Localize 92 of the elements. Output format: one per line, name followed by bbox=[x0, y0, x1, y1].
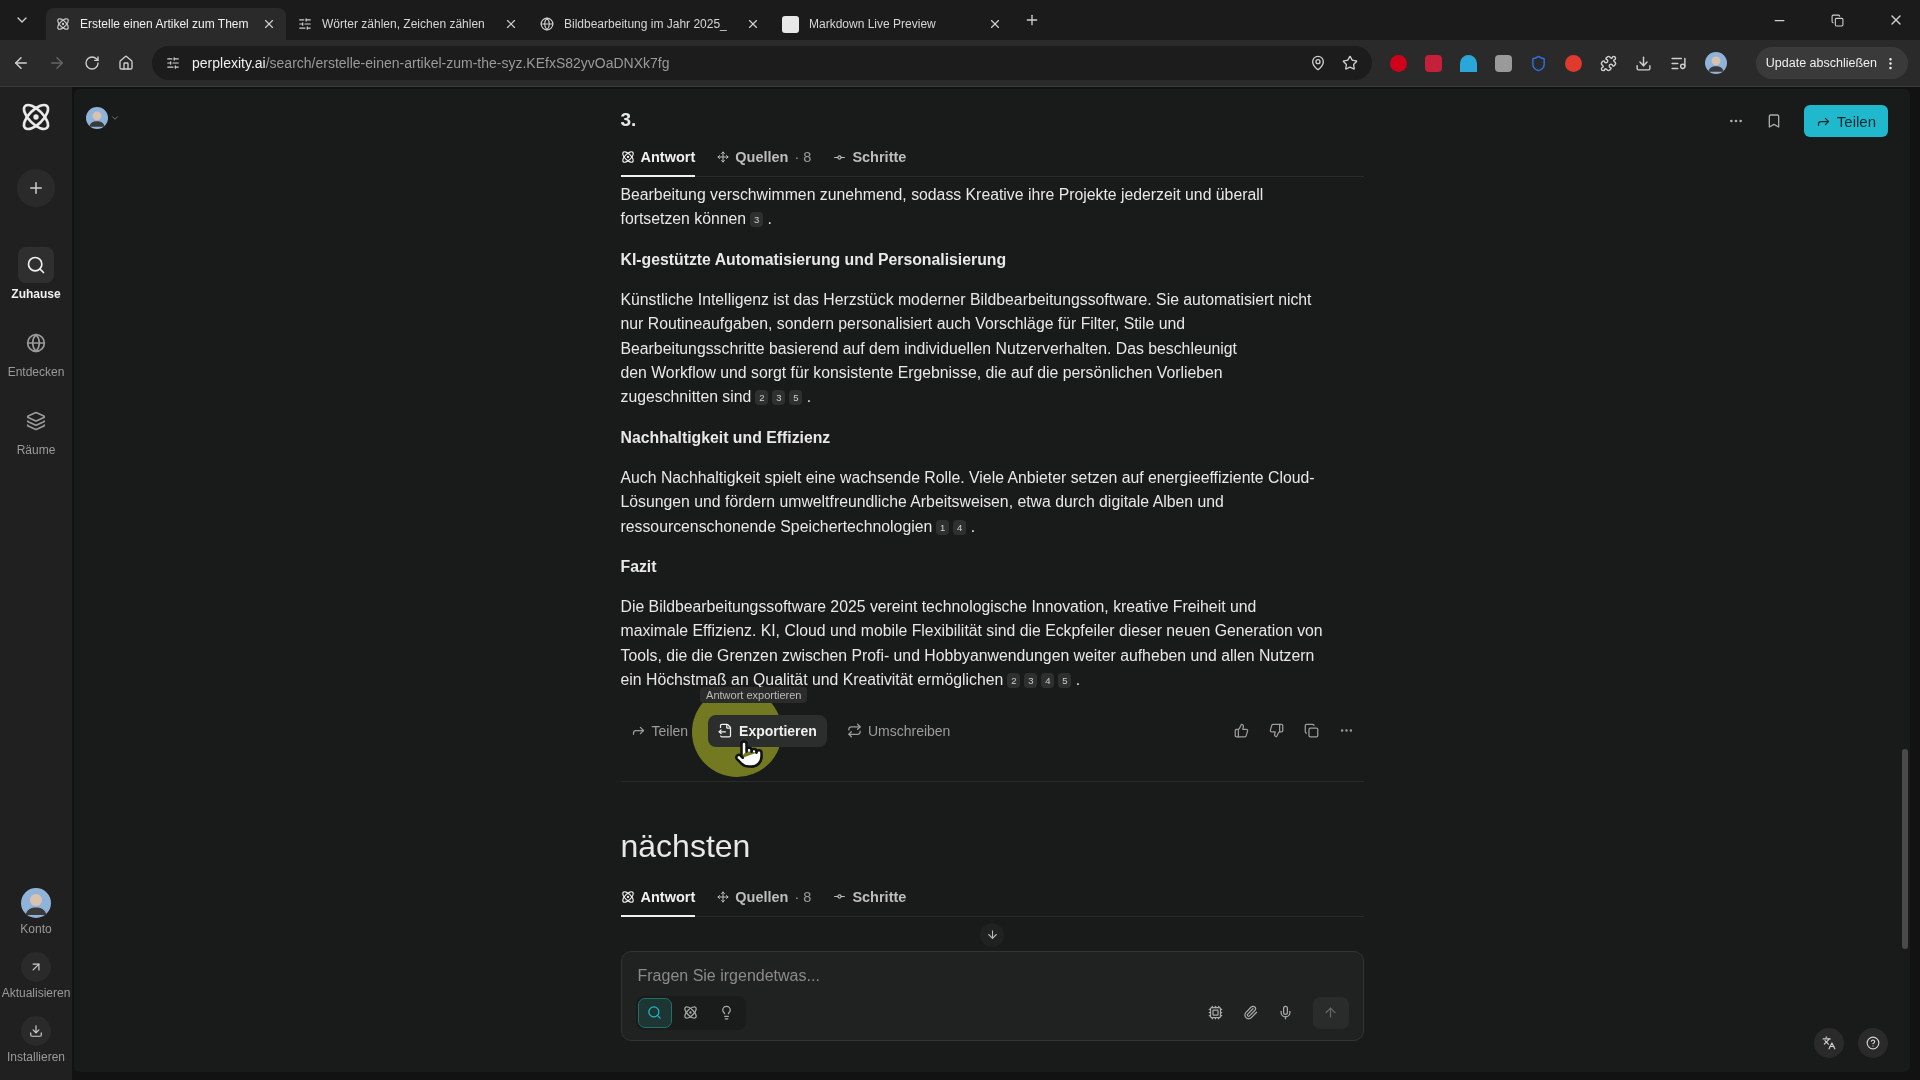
section-heading: Nachhaltigkeit und Effizienz bbox=[620, 427, 832, 448]
help-button[interactable] bbox=[1858, 1028, 1888, 1058]
new-thread-button[interactable] bbox=[17, 169, 55, 207]
extension-icon[interactable] bbox=[1390, 54, 1407, 72]
sources-icon bbox=[717, 151, 730, 163]
question-title: nächsten bbox=[620, 827, 752, 865]
attach-icon[interactable] bbox=[1242, 1005, 1258, 1021]
answer-tab[interactable]: Antwort bbox=[620, 882, 696, 917]
plus-icon bbox=[27, 179, 45, 197]
language-button[interactable] bbox=[1814, 1028, 1844, 1058]
extension-icon[interactable] bbox=[1565, 54, 1582, 72]
browser-tab[interactable]: Erstelle einen Artikel zum Them bbox=[46, 8, 286, 40]
restore-icon[interactable] bbox=[1831, 12, 1844, 28]
bookmark-star-icon[interactable] bbox=[1342, 55, 1358, 71]
rewrite-icon bbox=[846, 723, 862, 739]
microphone-icon[interactable] bbox=[1277, 1005, 1293, 1021]
globe-icon bbox=[26, 333, 46, 353]
atom-icon bbox=[620, 150, 635, 164]
export-icon bbox=[718, 723, 734, 739]
answer-paragraph: Auch Nachhaltigkeit spielt eine wachsende Rolle. Viele Anbieter setzen auf energieeffiziente Cloud- Lösungen und fördern umweltfreundliche Arbeitsweisen, etwa durch digitale Alben und ressourcenschonende Speichertechnologien 1 4 . bbox=[620, 467, 1316, 537]
location-icon[interactable] bbox=[1310, 55, 1326, 71]
reload-icon[interactable] bbox=[84, 55, 100, 71]
close-tab-icon[interactable] bbox=[262, 17, 276, 31]
thumbs-down-icon[interactable] bbox=[1268, 723, 1284, 739]
profile-avatar[interactable] bbox=[1705, 52, 1727, 74]
sources-icon bbox=[717, 890, 730, 903]
url-text: perplexity.ai/search/erstelle-einen-artikel-zum-the-syz.KEfxS82yvOaDNXk7fg bbox=[192, 55, 670, 71]
scrollbar[interactable] bbox=[1902, 749, 1908, 949]
sidebar-item[interactable]: Entdecken bbox=[7, 325, 65, 379]
answer-tab[interactable]: Schritte bbox=[833, 882, 907, 917]
model-icon[interactable] bbox=[1207, 1005, 1223, 1021]
search-icon bbox=[26, 255, 46, 275]
question-title: 3. bbox=[620, 109, 638, 131]
sidebar-item[interactable]: Installieren bbox=[7, 1016, 65, 1064]
answer-tab[interactable]: Quellen · 8 bbox=[717, 143, 812, 177]
atom-icon bbox=[683, 1005, 698, 1021]
download-icon[interactable] bbox=[1635, 54, 1652, 72]
tooltip: Antwort exportieren bbox=[700, 686, 808, 703]
copy-icon[interactable] bbox=[1303, 723, 1319, 739]
search-icon bbox=[647, 1005, 662, 1021]
answer-paragraph: Künstliche Intelligenz ist das Herzstück moderner Bildbearbeitungssoftware. Sie automatisiert nicht nur Routineaufgaben, sondern personalisiert auch Vorschläge für Filter, Stile und Bearbeitungsschritte basierend auf dem individuellen Nutzerverhalten. Das beschleunigt den Workflow und sorgt für konsistente Ergebnisse, die auf die persönlichen Vorlieben zugeschnitten sind 2 3 5 . bbox=[620, 289, 1313, 408]
extension-icon[interactable] bbox=[1425, 54, 1442, 72]
close-tab-icon[interactable] bbox=[746, 17, 760, 31]
lightbulb-icon bbox=[719, 1005, 734, 1021]
source-count: · 8 bbox=[794, 888, 812, 905]
sidebar-item[interactable]: Räume bbox=[16, 403, 56, 457]
sidebar-item[interactable]: Aktualisieren bbox=[1, 952, 71, 1000]
user-avatar[interactable] bbox=[86, 107, 108, 129]
atom-icon bbox=[620, 889, 635, 904]
browser-tab[interactable]: Markdown Live Preview bbox=[772, 8, 1012, 40]
address-field[interactable]: perplexity.ai/search/erstelle-einen-artikel-zum-the-syz.KEfxS82yvOaDNXk7fg bbox=[152, 46, 1372, 80]
answer-paragraph: Bearbeitung verschwimmen zunehmend, sodass Kreative ihre Projekte jederzeit und überall fortsetzen können 3 . bbox=[620, 185, 1265, 230]
share-button[interactable]: Teilen bbox=[1803, 105, 1888, 137]
section-heading: KI-gestützte Automatisierung und Personalisierung bbox=[620, 249, 1008, 270]
close-tab-icon[interactable] bbox=[504, 17, 518, 31]
thumbs-up-icon[interactable] bbox=[1233, 723, 1249, 739]
answer-tab[interactable]: Antwort bbox=[620, 143, 696, 177]
shield-icon[interactable] bbox=[1530, 54, 1547, 72]
extension-icon[interactable] bbox=[1460, 54, 1477, 72]
globe-icon bbox=[540, 17, 554, 31]
browser-tab[interactable]: Wörter zählen, Zeichen zählen bbox=[288, 8, 528, 40]
new-tab-icon[interactable] bbox=[1024, 12, 1040, 28]
hand-cursor-icon bbox=[734, 738, 765, 769]
answer-tab[interactable]: Schritte bbox=[833, 143, 907, 177]
chevron-down-icon bbox=[110, 113, 120, 123]
scroll-down-icon[interactable] bbox=[980, 922, 1004, 947]
home-icon[interactable] bbox=[118, 55, 134, 71]
perplexity-icon bbox=[56, 17, 70, 31]
action-button[interactable]: Exportieren bbox=[708, 714, 827, 747]
account-avatar[interactable] bbox=[21, 888, 51, 918]
translate-icon bbox=[1822, 1036, 1836, 1050]
sidebar-item[interactable]: Zuhause bbox=[11, 247, 61, 301]
site-settings-icon[interactable] bbox=[166, 56, 180, 70]
source-count: · 8 bbox=[794, 149, 812, 165]
ask-input-field[interactable]: Fragen Sie irgendetwas... bbox=[635, 965, 1349, 986]
extensions-icon[interactable] bbox=[1600, 54, 1617, 72]
back-icon[interactable] bbox=[12, 54, 30, 72]
help-icon bbox=[1866, 1036, 1880, 1050]
forward-icon[interactable] bbox=[48, 54, 66, 72]
mode-button[interactable] bbox=[637, 997, 672, 1028]
action-button[interactable]: Umschreiben bbox=[836, 714, 961, 747]
download-icon bbox=[29, 1024, 43, 1038]
extension-icon[interactable] bbox=[1495, 54, 1512, 72]
action-button[interactable]: Teilen bbox=[620, 714, 699, 747]
section-heading: Fazit bbox=[620, 557, 658, 578]
perplexity-logo-icon[interactable] bbox=[20, 101, 52, 133]
update-button[interactable]: Update abschließen bbox=[1755, 47, 1908, 79]
layers-icon bbox=[26, 411, 46, 431]
close-tab-icon[interactable] bbox=[988, 17, 1002, 31]
sidebar-item[interactable]: Konto bbox=[20, 888, 52, 936]
answer-tab[interactable]: Quellen · 8 bbox=[717, 882, 812, 917]
browser-tab[interactable]: Bildbearbeitung im Jahr 2025_ bbox=[530, 8, 770, 40]
